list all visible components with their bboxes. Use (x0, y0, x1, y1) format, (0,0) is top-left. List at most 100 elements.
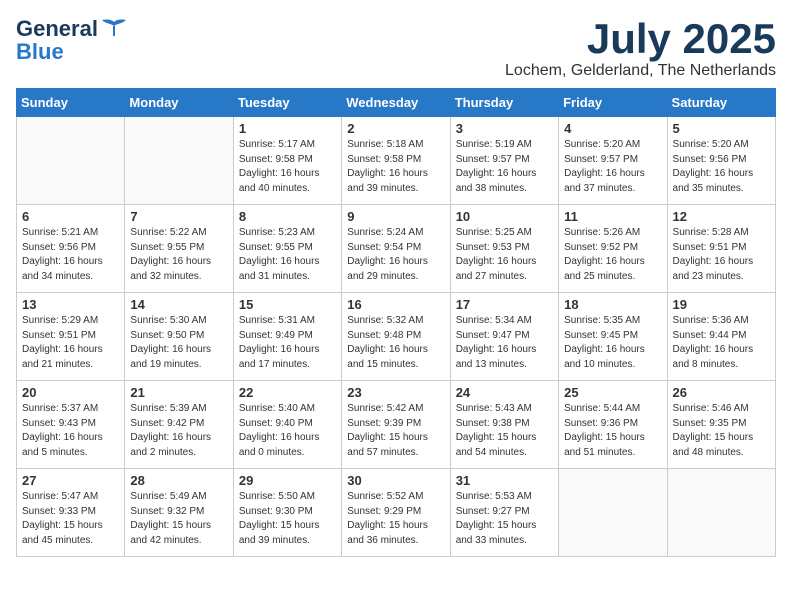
day-info: Sunrise: 5:21 AM Sunset: 9:56 PM Dayligh… (22, 226, 119, 284)
calendar-cell: 27 Sunrise: 5:47 AM Sunset: 9:33 PM Dayli… (17, 469, 125, 557)
calendar-cell: 6 Sunrise: 5:21 AM Sunset: 9:56 PM Daylig… (17, 205, 125, 293)
calendar-cell: 10 Sunrise: 5:25 AM Sunset: 9:53 PM Dayli… (450, 205, 558, 293)
calendar-week-row: 6 Sunrise: 5:21 AM Sunset: 9:56 PM Daylig… (17, 205, 776, 293)
day-number: 9 (347, 209, 444, 224)
month-title: July 2025 (505, 16, 776, 62)
day-number: 1 (239, 121, 336, 136)
day-number: 19 (673, 297, 770, 312)
day-number: 24 (456, 385, 553, 400)
day-number: 5 (673, 121, 770, 136)
calendar-cell: 12Sunrise: 5:28 AM Sunset: 9:51 PM Dayli… (667, 205, 775, 293)
day-info: Sunrise: 5:46 AM Sunset: 9:35 PM Dayligh… (673, 402, 770, 460)
calendar-week-row: 27 Sunrise: 5:47 AM Sunset: 9:33 PM Dayli… (17, 469, 776, 557)
day-info: Sunrise: 5:35 AM Sunset: 9:45 PM Dayligh… (564, 314, 661, 372)
day-info: Sunrise: 5:42 AM Sunset: 9:39 PM Dayligh… (347, 402, 444, 460)
calendar-cell: 8Sunrise: 5:23 AM Sunset: 9:55 PM Daylig… (233, 205, 341, 293)
calendar-table: SundayMondayTuesdayWednesdayThursdayFrid… (16, 88, 776, 557)
day-number: 30 (347, 473, 444, 488)
day-info: Sunrise: 5:31 AM Sunset: 9:49 PM Dayligh… (239, 314, 336, 372)
weekday-header-saturday: Saturday (667, 89, 775, 117)
calendar-cell: 19 Sunrise: 5:36 AM Sunset: 9:44 PM Dayli… (667, 293, 775, 381)
calendar-cell: 21 Sunrise: 5:39 AM Sunset: 9:42 PM Dayli… (125, 381, 233, 469)
day-number: 27 (22, 473, 119, 488)
day-info: Sunrise: 5:36 AM Sunset: 9:44 PM Dayligh… (673, 314, 770, 372)
day-info: Sunrise: 5:50 AM Sunset: 9:30 PM Dayligh… (239, 490, 336, 548)
day-number: 17 (456, 297, 553, 312)
calendar-week-row: 20 Sunrise: 5:37 AM Sunset: 9:43 PM Dayli… (17, 381, 776, 469)
day-info: Sunrise: 5:19 AM Sunset: 9:57 PM Dayligh… (456, 138, 553, 196)
day-number: 6 (22, 209, 119, 224)
day-number: 15 (239, 297, 336, 312)
day-info: Sunrise: 5:22 AM Sunset: 9:55 PM Dayligh… (130, 226, 227, 284)
day-info: Sunrise: 5:20 AM Sunset: 9:56 PM Dayligh… (673, 138, 770, 196)
calendar-cell: 26 Sunrise: 5:46 AM Sunset: 9:35 PM Dayli… (667, 381, 775, 469)
day-number: 10 (456, 209, 553, 224)
day-number: 13 (22, 297, 119, 312)
day-number: 4 (564, 121, 661, 136)
day-info: Sunrise: 5:40 AM Sunset: 9:40 PM Dayligh… (239, 402, 336, 460)
weekday-header-sunday: Sunday (17, 89, 125, 117)
calendar-cell: 4 Sunrise: 5:20 AM Sunset: 9:57 PM Daylig… (559, 117, 667, 205)
calendar-cell: 20 Sunrise: 5:37 AM Sunset: 9:43 PM Dayli… (17, 381, 125, 469)
calendar-cell: 14Sunrise: 5:30 AM Sunset: 9:50 PM Dayli… (125, 293, 233, 381)
location: Lochem, Gelderland, The Netherlands (505, 62, 776, 80)
calendar-cell: 1 Sunrise: 5:17 AM Sunset: 9:58 PM Daylig… (233, 117, 341, 205)
day-number: 2 (347, 121, 444, 136)
calendar-cell: 2 Sunrise: 5:18 AM Sunset: 9:58 PM Daylig… (342, 117, 450, 205)
day-info: Sunrise: 5:34 AM Sunset: 9:47 PM Dayligh… (456, 314, 553, 372)
day-info: Sunrise: 5:25 AM Sunset: 9:53 PM Dayligh… (456, 226, 553, 284)
calendar-cell: 25 Sunrise: 5:44 AM Sunset: 9:36 PM Dayli… (559, 381, 667, 469)
logo-bird-icon (100, 18, 128, 40)
calendar-cell: 16Sunrise: 5:32 AM Sunset: 9:48 PM Dayli… (342, 293, 450, 381)
calendar-cell: 7 Sunrise: 5:22 AM Sunset: 9:55 PM Daylig… (125, 205, 233, 293)
day-number: 23 (347, 385, 444, 400)
day-number: 31 (456, 473, 553, 488)
weekday-header-tuesday: Tuesday (233, 89, 341, 117)
calendar-cell: 3 Sunrise: 5:19 AM Sunset: 9:57 PM Daylig… (450, 117, 558, 205)
day-number: 22 (239, 385, 336, 400)
calendar-cell (667, 469, 775, 557)
weekday-header-wednesday: Wednesday (342, 89, 450, 117)
day-number: 7 (130, 209, 227, 224)
day-info: Sunrise: 5:47 AM Sunset: 9:33 PM Dayligh… (22, 490, 119, 548)
day-number: 28 (130, 473, 227, 488)
calendar-cell: 29Sunrise: 5:50 AM Sunset: 9:30 PM Dayli… (233, 469, 341, 557)
day-number: 20 (22, 385, 119, 400)
day-info: Sunrise: 5:39 AM Sunset: 9:42 PM Dayligh… (130, 402, 227, 460)
day-info: Sunrise: 5:28 AM Sunset: 9:51 PM Dayligh… (673, 226, 770, 284)
calendar-cell: 22 Sunrise: 5:40 AM Sunset: 9:40 PM Dayli… (233, 381, 341, 469)
day-info: Sunrise: 5:17 AM Sunset: 9:58 PM Dayligh… (239, 138, 336, 196)
day-info: Sunrise: 5:52 AM Sunset: 9:29 PM Dayligh… (347, 490, 444, 548)
calendar-header-row: SundayMondayTuesdayWednesdayThursdayFrid… (17, 89, 776, 117)
calendar-cell (559, 469, 667, 557)
calendar-cell: 5 Sunrise: 5:20 AM Sunset: 9:56 PM Daylig… (667, 117, 775, 205)
day-number: 25 (564, 385, 661, 400)
day-number: 21 (130, 385, 227, 400)
calendar-week-row: 13Sunrise: 5:29 AM Sunset: 9:51 PM Dayli… (17, 293, 776, 381)
day-info: Sunrise: 5:24 AM Sunset: 9:54 PM Dayligh… (347, 226, 444, 284)
day-info: Sunrise: 5:18 AM Sunset: 9:58 PM Dayligh… (347, 138, 444, 196)
calendar-cell: 11Sunrise: 5:26 AM Sunset: 9:52 PM Dayli… (559, 205, 667, 293)
day-number: 26 (673, 385, 770, 400)
calendar-cell: 17 Sunrise: 5:34 AM Sunset: 9:47 PM Dayli… (450, 293, 558, 381)
calendar-cell: 24Sunrise: 5:43 AM Sunset: 9:38 PM Dayli… (450, 381, 558, 469)
day-info: Sunrise: 5:49 AM Sunset: 9:32 PM Dayligh… (130, 490, 227, 548)
day-number: 11 (564, 209, 661, 224)
day-number: 8 (239, 209, 336, 224)
weekday-header-friday: Friday (559, 89, 667, 117)
page-header: General Blue July 2025 Lochem, Gelderlan… (16, 16, 776, 80)
weekday-header-monday: Monday (125, 89, 233, 117)
day-info: Sunrise: 5:20 AM Sunset: 9:57 PM Dayligh… (564, 138, 661, 196)
weekday-header-thursday: Thursday (450, 89, 558, 117)
calendar-cell: 30 Sunrise: 5:52 AM Sunset: 9:29 PM Dayli… (342, 469, 450, 557)
day-number: 3 (456, 121, 553, 136)
day-info: Sunrise: 5:32 AM Sunset: 9:48 PM Dayligh… (347, 314, 444, 372)
day-info: Sunrise: 5:53 AM Sunset: 9:27 PM Dayligh… (456, 490, 553, 548)
title-block: July 2025 Lochem, Gelderland, The Nether… (505, 16, 776, 80)
day-info: Sunrise: 5:44 AM Sunset: 9:36 PM Dayligh… (564, 402, 661, 460)
day-info: Sunrise: 5:37 AM Sunset: 9:43 PM Dayligh… (22, 402, 119, 460)
calendar-cell: 13Sunrise: 5:29 AM Sunset: 9:51 PM Dayli… (17, 293, 125, 381)
calendar-cell: 23 Sunrise: 5:42 AM Sunset: 9:39 PM Dayli… (342, 381, 450, 469)
day-number: 18 (564, 297, 661, 312)
day-info: Sunrise: 5:30 AM Sunset: 9:50 PM Dayligh… (130, 314, 227, 372)
